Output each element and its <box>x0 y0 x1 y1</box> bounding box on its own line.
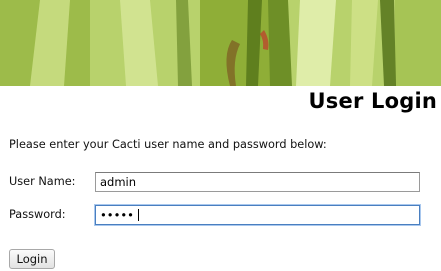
header-banner-image <box>0 0 441 86</box>
page-title: User Login <box>308 89 437 113</box>
username-input[interactable]: admin <box>95 172 420 192</box>
login-instructions: Please enter your Cacti user name and pa… <box>9 138 327 151</box>
plant-leaves-graphic <box>0 0 441 86</box>
password-label: Password: <box>9 208 66 221</box>
text-cursor <box>138 209 139 221</box>
password-masked-value: ••••• <box>100 208 134 222</box>
username-label: User Name: <box>9 175 76 188</box>
login-button[interactable]: Login <box>9 249 55 269</box>
password-input[interactable]: ••••• <box>95 205 420 225</box>
